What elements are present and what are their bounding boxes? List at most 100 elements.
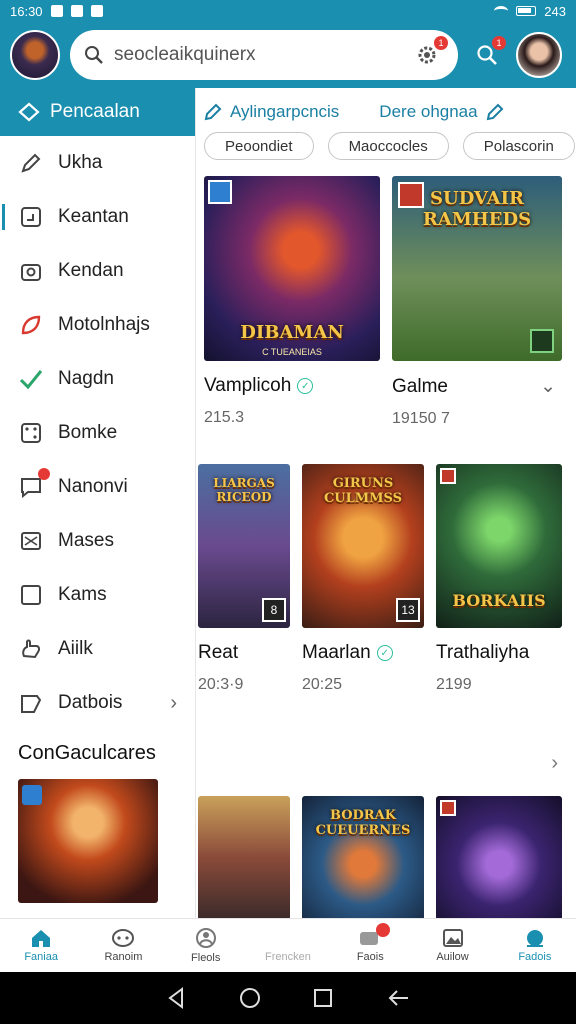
age-rating-badge: 8 <box>262 598 286 622</box>
category-label: Dere ohgnaa <box>379 102 478 121</box>
game-card[interactable] <box>198 796 290 918</box>
sidebar-item-label: Ukha <box>58 152 103 173</box>
nav-label: Fadois <box>518 951 552 963</box>
section-title: ConGaculcares <box>18 742 156 764</box>
photo-icon <box>442 929 463 947</box>
settings-button[interactable]: 1 <box>410 36 448 72</box>
recents-icon[interactable] <box>313 988 333 1008</box>
nav-fleols[interactable]: Fleols <box>165 919 247 972</box>
back-icon[interactable] <box>166 987 186 1009</box>
sidebar-item-label: Datbois <box>58 692 123 713</box>
game-card[interactable]: BODRAK CUEUERNES <box>302 796 424 918</box>
nav-fadois[interactable]: Fadois <box>494 919 576 972</box>
game-name: Reat <box>198 642 290 664</box>
nav-label: Auilow <box>436 951 469 963</box>
search-input[interactable]: seocleaikquinerx <box>114 44 410 66</box>
home-outline-icon <box>18 102 40 122</box>
nav-auilow[interactable]: Auilow <box>411 919 493 972</box>
game-cover: BODRAK CUEUERNES <box>302 796 424 918</box>
sidebar-item[interactable]: Nagdn <box>0 352 195 406</box>
game-cover <box>436 796 562 918</box>
chevron-right-icon[interactable]: › <box>551 752 558 775</box>
sidebar-item[interactable]: Kendan <box>0 244 195 298</box>
game-cover: SUDVAIR RAMHEDS <box>392 176 562 361</box>
game-title: Maarlan <box>302 642 371 663</box>
nav-home[interactable]: Faniaa <box>0 919 82 972</box>
game-cover: DIBAMAN C TUEANEIAS <box>204 176 380 361</box>
filter-chip[interactable]: Peoondiet <box>204 132 314 160</box>
game-name: Vamplicoh ✓ <box>204 375 380 397</box>
sidebar-item[interactable]: Kams <box>0 568 195 622</box>
game-card[interactable] <box>436 796 562 918</box>
wifi-icon <box>494 6 509 16</box>
game-cover: LIARGAS RICEOD 8 <box>198 464 290 628</box>
sidebar-header[interactable]: Pencaalan <box>0 88 195 136</box>
sidebar-item[interactable]: Ukha <box>0 136 195 190</box>
nav-label: Frencken <box>265 951 311 963</box>
cover-title: LIARGAS RICEOD <box>213 476 275 504</box>
category-tab[interactable]: Dere ohgnaa <box>379 102 504 122</box>
status-right-text: 243 <box>544 3 566 19</box>
notification-icon <box>90 5 103 17</box>
cover-title: BODRAK CUEUERNES <box>315 808 411 838</box>
cover-title: BORKAIIS <box>452 591 546 610</box>
game-card[interactable]: LIARGAS RICEOD 8 Reat 20:3·9 <box>198 464 290 694</box>
camera-icon <box>18 258 44 284</box>
status-time: 16:30 <box>10 3 43 19</box>
game-badge <box>530 329 554 353</box>
search-badge: 1 <box>492 36 506 50</box>
featured-game-thumbnail[interactable] <box>18 779 158 903</box>
sidebar-item[interactable]: Bomke <box>0 406 195 460</box>
filter-chip-row: Peoondiet Maoccocles Polascorin <box>204 132 575 160</box>
chart-icon <box>526 930 543 947</box>
arrow-left-icon[interactable] <box>386 988 410 1008</box>
notification-badge <box>376 923 391 937</box>
person-icon <box>195 928 216 948</box>
sidebar-item-label: Kams <box>58 584 107 605</box>
sidebar: Pencaalan Ukha Keantan Kendan Motolnhajs <box>0 88 196 918</box>
pencil-icon <box>486 103 504 121</box>
sidebar-list: Ukha Keantan Kendan Motolnhajs Nagdn Bom… <box>0 136 195 730</box>
nav-label: Fleols <box>191 952 221 964</box>
game-title: Trathaliyha <box>436 642 530 663</box>
sidebar-item-label: Motolnhajs <box>58 314 150 335</box>
nav-label: Faniaa <box>24 951 58 963</box>
chevron-down-icon[interactable]: ⌄ <box>540 375 556 398</box>
notification-icon <box>50 5 63 17</box>
nav-random[interactable]: Ranoim <box>82 919 164 972</box>
user-avatar[interactable] <box>516 32 562 78</box>
cover-title: DIBAMAN <box>240 322 344 343</box>
sidebar-item[interactable]: Mases <box>0 514 195 568</box>
sidebar-item-label: Nanonvi <box>58 476 128 497</box>
category-tab[interactable]: Aylingarpcncis <box>204 102 339 122</box>
sidebar-item[interactable]: Motolnhajs <box>0 298 195 352</box>
sidebar-item[interactable]: Datbois › <box>0 676 195 730</box>
game-card[interactable]: BORKAIIS Trathaliyha 2199 <box>436 464 562 694</box>
sidebar-item[interactable]: Aiilk <box>0 622 195 676</box>
filter-chip[interactable]: Maoccocles <box>327 132 449 160</box>
chat-icon <box>18 468 50 500</box>
game-meta: 215.3 <box>204 409 245 426</box>
verified-icon: ✓ <box>297 378 314 394</box>
game-card[interactable]: DIBAMAN C TUEANEIAS Vamplicoh ✓ 215.3 <box>204 176 380 427</box>
search-bar[interactable]: seocleaikquinerx 1 <box>70 30 458 80</box>
search-icon <box>85 46 103 64</box>
game-card[interactable]: SUDVAIR RAMHEDS Galme ⌄ 19150 7 <box>392 176 562 428</box>
pencil-icon <box>18 150 44 176</box>
sidebar-item[interactable]: Nanonvi <box>0 460 195 514</box>
filter-chip[interactable]: Polascorin <box>462 132 575 160</box>
game-meta: 20:25 <box>302 676 343 693</box>
leaf-icon <box>18 312 44 338</box>
game-name: Maarlan ✓ <box>302 642 424 664</box>
search-button[interactable]: 1 <box>470 36 506 72</box>
game-card[interactable]: GIRUNS CULMMSS 13 Maarlan ✓ 20:25 <box>302 464 424 694</box>
nav-faois[interactable]: Faois <box>329 919 411 972</box>
sidebar-item-label: Bomke <box>58 422 118 443</box>
home-circle-icon[interactable] <box>239 987 261 1009</box>
frame-icon <box>18 204 44 230</box>
sidebar-item-label: Nagdn <box>58 368 114 389</box>
nav-label: Faois <box>356 951 384 963</box>
nav-frencken[interactable]: Frencken <box>247 919 329 972</box>
sidebar-item[interactable]: Keantan <box>0 190 195 244</box>
profile-avatar[interactable] <box>10 30 60 80</box>
